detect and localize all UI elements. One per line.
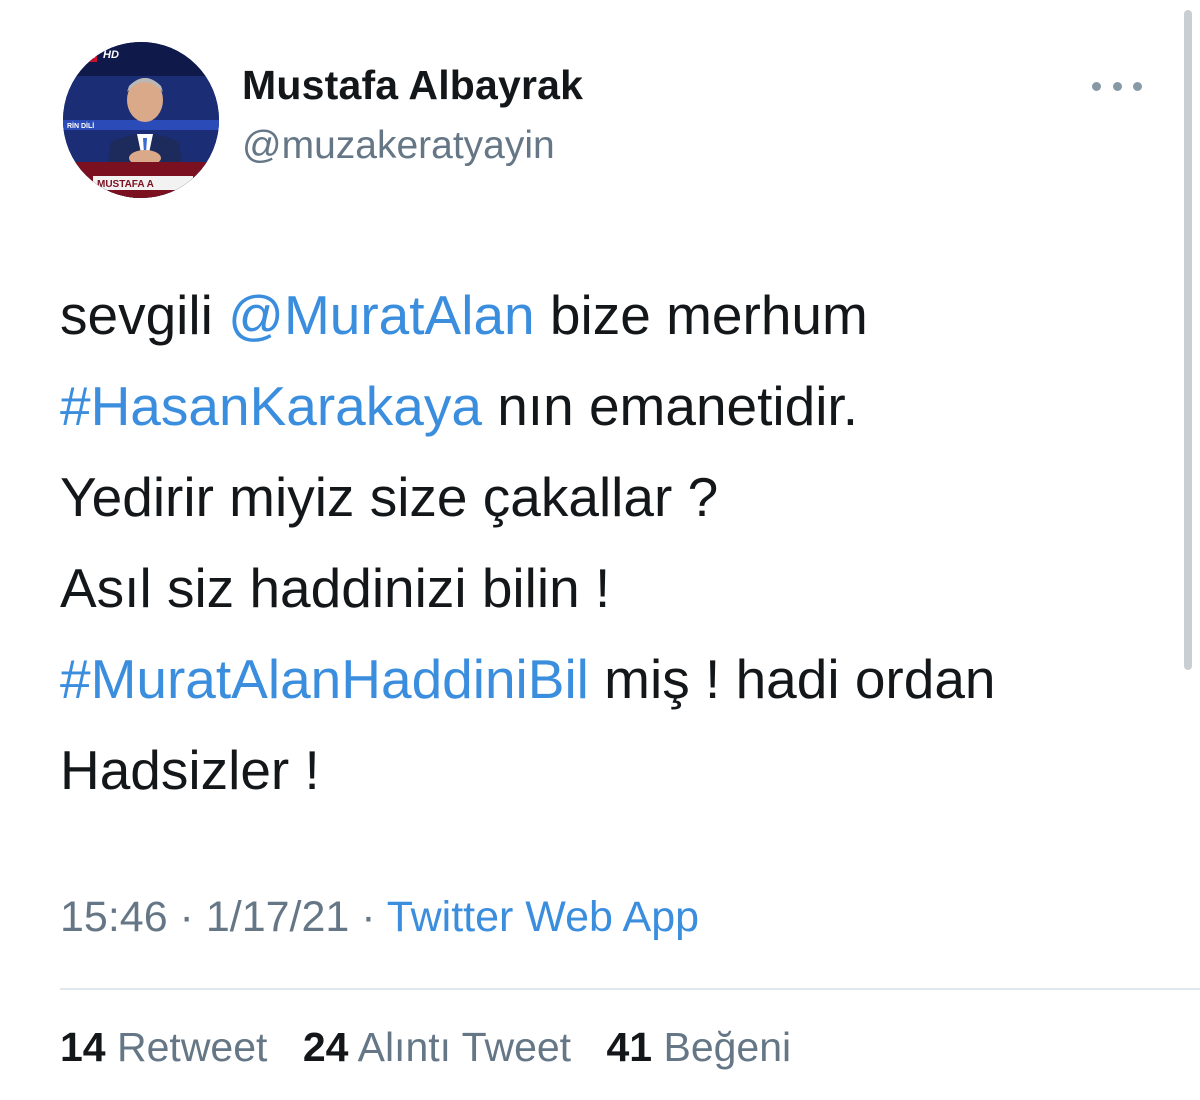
user-handle[interactable]: @muzakeratyayin xyxy=(242,124,555,168)
tweet-source-link[interactable]: Twitter Web App xyxy=(387,893,699,941)
tweet-line: Hadsizler ! xyxy=(60,725,1160,816)
meta-separator: · xyxy=(349,893,387,941)
retweet-count[interactable]: 14 Retweet xyxy=(60,1024,267,1070)
avatar[interactable]: tv HD RİN DİLİ MUSTAFA A xyxy=(63,42,219,198)
avatar-hd-text: HD xyxy=(103,49,119,61)
more-options-button[interactable] xyxy=(1092,66,1142,106)
tweet-stats: 14 Retweet 24 Alıntı Tweet 41 Beğeni xyxy=(60,1024,815,1071)
tweet-line: #MuratAlanHaddiniBil miş ! hadi ordan xyxy=(60,634,1160,725)
tweet-line: Yedirir miyiz size çakallar ? xyxy=(60,452,1160,543)
meta-separator: · xyxy=(167,893,206,941)
tweet-line: #HasanKarakaya nın emanetidir. xyxy=(60,361,1160,452)
tweet-text-segment: sevgili xyxy=(60,284,229,346)
tweet-line: sevgili @MuratAlan bize merhum xyxy=(60,270,1160,361)
avatar-image: tv HD RİN DİLİ MUSTAFA A xyxy=(63,42,219,198)
avatar-side-text: RİN DİLİ xyxy=(67,122,94,130)
hashtag-link[interactable]: #MuratAlanHaddiniBil xyxy=(60,648,589,710)
tweet-detail: tv HD RİN DİLİ MUSTAFA A Mustafa Albayra… xyxy=(0,0,1200,1100)
divider xyxy=(60,988,1200,990)
more-horizontal-icon xyxy=(1092,81,1101,91)
avatar-channel-text: tv xyxy=(85,45,98,61)
tweet-text-segment: Yedirir miyiz size çakallar ? xyxy=(60,466,719,528)
tweet-text-segment: Hadsizler ! xyxy=(60,739,320,801)
tweet-text-segment: nın emanetidir. xyxy=(481,375,858,437)
tweet-text-segment: bize merhum xyxy=(534,284,868,346)
quote-tweet-count[interactable]: 24 Alıntı Tweet xyxy=(303,1024,571,1070)
tweet-text-segment: miş ! hadi ordan xyxy=(588,648,996,710)
display-name[interactable]: Mustafa Albayrak xyxy=(242,62,583,109)
mention-link[interactable]: @MuratAlan xyxy=(228,284,535,346)
hashtag-link[interactable]: #HasanKarakaya xyxy=(60,375,482,437)
tweet-text: sevgili @MuratAlan bize merhum #HasanKara… xyxy=(60,270,1160,816)
tweet-date[interactable]: 1/17/21 xyxy=(206,893,349,941)
tweet-meta: 15:46 · 1/17/21 · Twitter Web App xyxy=(60,893,699,942)
scrollbar[interactable] xyxy=(1184,10,1192,670)
avatar-name-tag: MUSTAFA A xyxy=(97,179,154,190)
tweet-time[interactable]: 15:46 xyxy=(60,893,168,941)
like-count[interactable]: 41 Beğeni xyxy=(606,1024,791,1070)
tweet-line: Asıl siz haddinizi bilin ! xyxy=(60,543,1160,634)
tweet-text-segment: Asıl siz haddinizi bilin ! xyxy=(60,557,611,619)
